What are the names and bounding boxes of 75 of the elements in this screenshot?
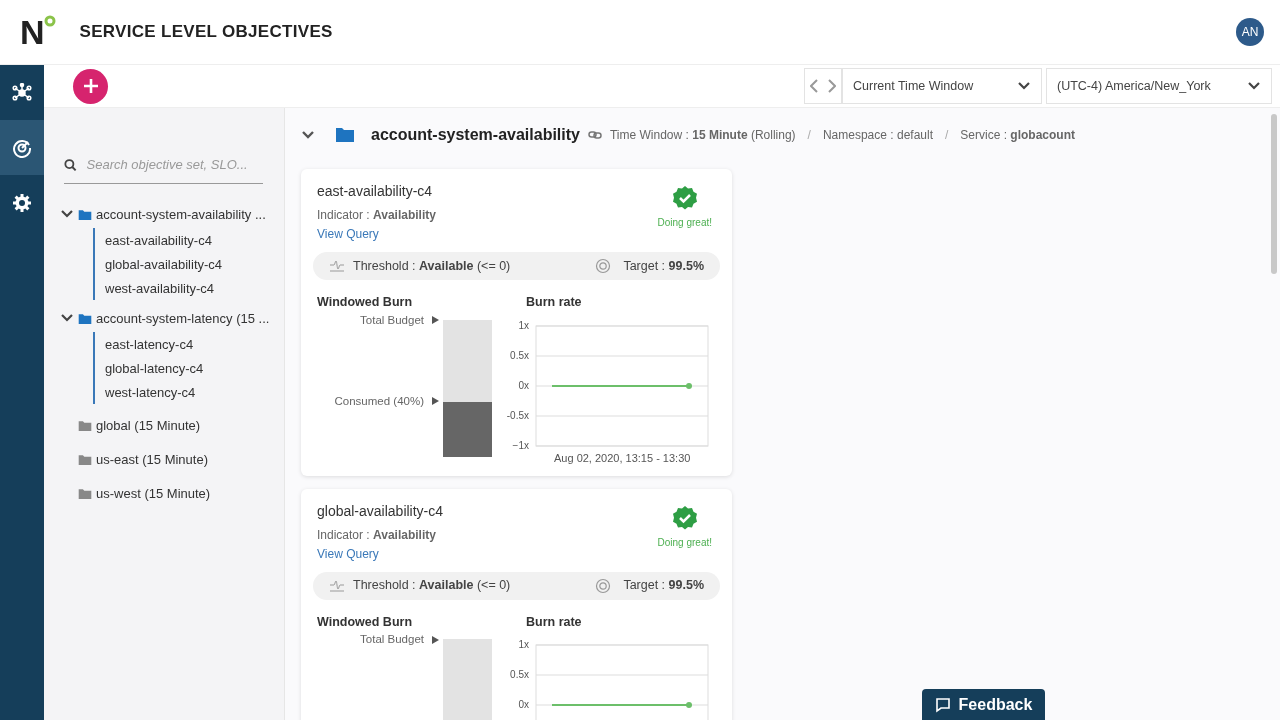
tree-item[interactable]: us-east (15 Minute) (96, 449, 208, 470)
tree-item[interactable]: global-latency-c4 (105, 358, 204, 379)
add-button[interactable] (73, 68, 108, 104)
network-icon (12, 82, 32, 103)
budget-label: Total Budget (360, 632, 424, 648)
tree-item[interactable]: east-availability-c4 (105, 230, 212, 251)
time-window-dropdown[interactable]: Current Time Window (842, 68, 1042, 105)
chart-title: Burn rate (526, 613, 583, 631)
tree-item[interactable]: global-availability-c4 (105, 254, 223, 275)
tree-item[interactable]: east-latency-c4 (105, 334, 194, 355)
search-field[interactable]: Search objective set, SLO... (84, 154, 263, 176)
data-point (686, 382, 692, 389)
status-text: Doing great! (657, 216, 712, 231)
tree-item[interactable]: west-latency-c4 (105, 382, 196, 403)
link-icon (587, 129, 602, 140)
pointer-icon (432, 316, 439, 325)
section-title: Windowed Burn (317, 293, 413, 311)
logo: N (20, 15, 44, 49)
view-query-link[interactable]: View Query (317, 227, 379, 242)
separator: / (945, 126, 949, 144)
target-text: Target : 99.5% (623, 577, 704, 595)
y-tick-label: 0.5x (510, 349, 529, 361)
meta-text: Time Window : 15 Minute (Rolling) (609, 126, 796, 144)
chat-icon (934, 696, 951, 713)
y-tick-label: 1x (518, 319, 529, 331)
tree-item[interactable]: account-system-latency (15 ... (96, 308, 270, 329)
chevron-left-icon (810, 79, 818, 94)
settings-icon (12, 192, 32, 213)
data-point (686, 702, 692, 709)
scrollbar[interactable] (1271, 114, 1277, 275)
threshold-icon (329, 259, 345, 272)
target-icon (595, 577, 612, 594)
pointer-icon (432, 397, 439, 406)
slo-name: global-availability-c4 (317, 502, 444, 522)
tree-item[interactable]: west-availability-c4 (105, 278, 215, 299)
y-tick-label: 0x (518, 699, 529, 711)
timezone-dropdown[interactable]: (UTC-4) America/New_York (1046, 68, 1272, 105)
x-axis-label: Aug 02, 2020, 13:15 - 13:30 (554, 450, 692, 466)
gauge-icon (12, 137, 32, 158)
y-tick-label: −1x (512, 439, 529, 450)
indicator-text: Indicator : Availability (317, 527, 437, 545)
tree-item[interactable]: us-west (15 Minute) (96, 483, 211, 504)
slo-name: east-availability-c4 (317, 182, 434, 202)
threshold-text: Threshold : Available (<= 0) (353, 257, 511, 275)
target-icon (595, 257, 612, 274)
check-badge-icon (671, 185, 698, 212)
meta-text: Namespace : default (822, 126, 933, 144)
chevron-right-icon (828, 79, 836, 94)
status-text: Doing great! (657, 536, 712, 551)
search-icon (64, 157, 77, 172)
view-query-link[interactable]: View Query (317, 547, 379, 562)
indicator-text: Indicator : Availability (317, 207, 436, 225)
y-tick-label: 1x (518, 639, 529, 651)
tree-item[interactable]: global (15 Minute) (96, 415, 201, 436)
y-tick-label: 0.5x (510, 669, 529, 681)
separator: / (807, 126, 811, 144)
y-tick-label: 0x (518, 379, 529, 391)
y-tick-label: -0.5x (506, 409, 529, 421)
page-title: SERVICE LEVEL OBJECTIVES (79, 21, 333, 44)
tree-item[interactable]: account-system-availability ... (96, 204, 266, 225)
threshold-text: Threshold : Available (<= 0) (353, 577, 511, 595)
meta-text: Service : globacount (960, 126, 1075, 144)
objective-set-title: account-system-availability (371, 124, 580, 145)
pointer-icon (432, 636, 439, 644)
budget-label: Total Budget (360, 312, 424, 328)
check-badge-icon (671, 505, 698, 532)
target-text: Target : 99.5% (623, 257, 704, 275)
threshold-icon (329, 579, 345, 592)
plus-icon (82, 78, 99, 95)
feedback-button[interactable]: Feedback (922, 689, 1045, 720)
ring-icon (43, 15, 56, 27)
chart-title: Burn rate (526, 293, 583, 311)
budget-label: Consumed (40%) (334, 393, 424, 409)
avatar[interactable]: AN (1236, 18, 1264, 46)
section-title: Windowed Burn (317, 613, 413, 631)
